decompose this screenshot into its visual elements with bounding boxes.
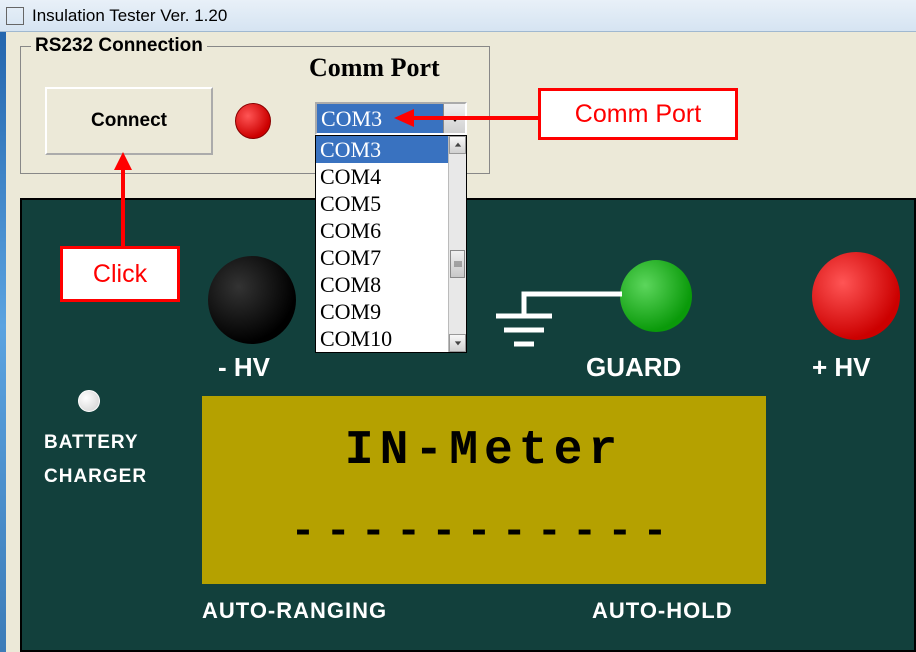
connect-button[interactable]: Connect — [45, 87, 213, 155]
auto-ranging-label: AUTO-RANGING — [202, 598, 387, 624]
lcd-display: IN-Meter ----------- — [202, 396, 766, 584]
battery-label: BATTERY — [44, 432, 139, 454]
hv-positive-jack — [812, 252, 900, 340]
dropdown-scrollbar[interactable] — [448, 136, 466, 352]
groupbox-legend: RS232 Connection — [31, 35, 207, 57]
app-icon — [6, 7, 24, 25]
hv-neg-label: - HV — [218, 352, 270, 383]
lcd-title: IN-Meter — [345, 424, 623, 478]
annotation-commport: Comm Port — [538, 88, 738, 140]
window-title: Insulation Tester Ver. 1.20 — [32, 6, 227, 26]
guard-label: GUARD — [586, 352, 681, 383]
dropdown-option[interactable]: COM6 — [316, 217, 448, 244]
scroll-up-icon[interactable] — [449, 136, 466, 154]
dropdown-option[interactable]: COM3 — [316, 136, 448, 163]
guard-jack — [620, 260, 692, 332]
battery-charger-led — [78, 390, 100, 412]
dropdown-option[interactable]: COM7 — [316, 244, 448, 271]
connection-status-led — [235, 103, 271, 139]
annotation-click: Click — [60, 246, 180, 302]
dropdown-option[interactable]: COM4 — [316, 163, 448, 190]
dropdown-option[interactable]: COM9 — [316, 298, 448, 325]
auto-hold-label: AUTO-HOLD — [592, 598, 733, 624]
dropdown-option[interactable]: COM8 — [316, 271, 448, 298]
scroll-thumb[interactable] — [450, 250, 465, 278]
hv-negative-jack — [208, 256, 296, 344]
arrow-to-combobox — [392, 106, 542, 130]
hv-pos-label: + HV — [812, 352, 871, 383]
commport-label: Comm Port — [309, 53, 440, 83]
dropdown-option[interactable]: COM10 — [316, 325, 448, 352]
commport-dropdown[interactable]: COM3COM4COM5COM6COM7COM8COM9COM10 — [315, 135, 467, 353]
scroll-down-icon[interactable] — [449, 334, 466, 352]
arrow-to-connect — [108, 150, 138, 254]
dropdown-option[interactable]: COM5 — [316, 190, 448, 217]
ground-icon — [484, 286, 624, 358]
charger-label: CHARGER — [44, 466, 147, 488]
lcd-value: ----------- — [290, 508, 677, 556]
titlebar: Insulation Tester Ver. 1.20 — [0, 0, 916, 32]
